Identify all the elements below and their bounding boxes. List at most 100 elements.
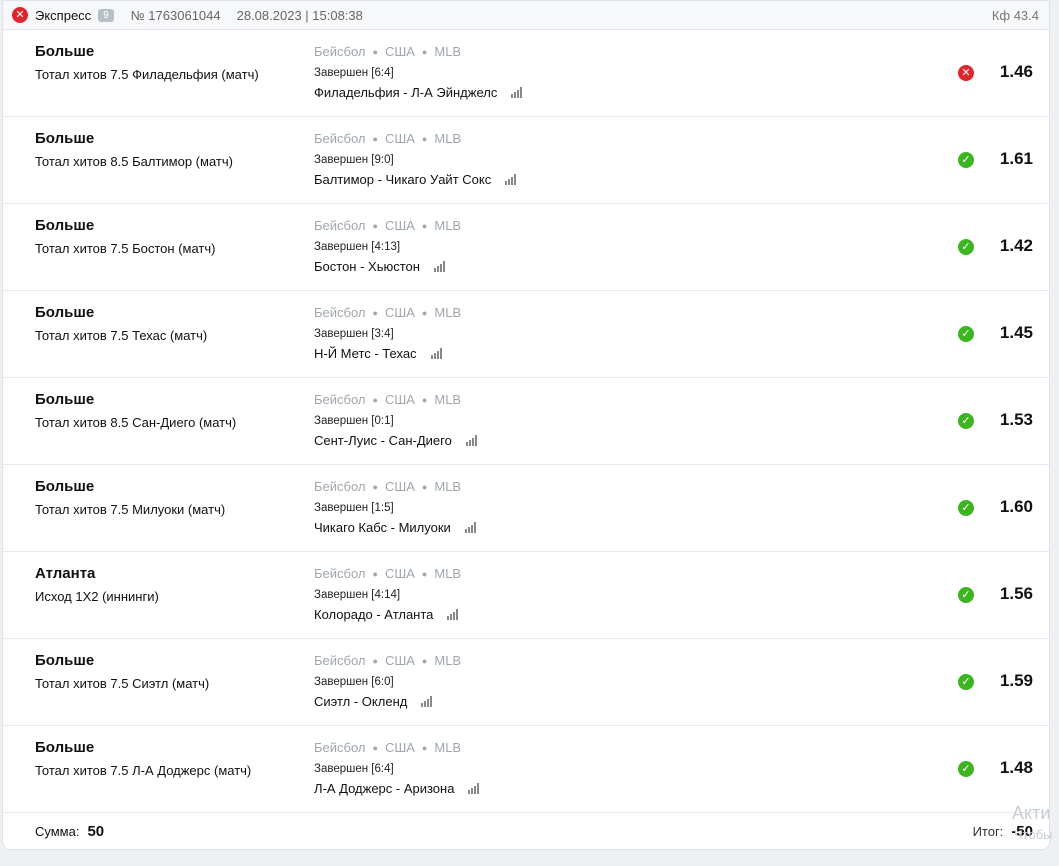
event-sport: Бейсбол xyxy=(314,740,366,755)
separator-dot: ● xyxy=(372,47,378,57)
stats-icon[interactable] xyxy=(465,435,477,446)
event-pick-block: Больше Тотал хитов 7.5 Л-А Доджерс (матч… xyxy=(35,739,251,778)
separator-dot: ● xyxy=(421,743,428,753)
event-sport: Бейсбол xyxy=(314,305,366,320)
event-row[interactable]: Больше Тотал хитов 8.5 Сан-Диего (матч) … xyxy=(3,378,1049,465)
loss-cross-icon: ✕ xyxy=(958,65,974,81)
event-pick-block: Больше Тотал хитов 7.5 Техас (матч) xyxy=(35,304,207,343)
stats-icon[interactable] xyxy=(505,174,517,185)
event-market: Тотал хитов 7.5 Филадельфия (матч) xyxy=(35,67,259,82)
event-teams-line: Филадельфия - Л-А Эйнджелс xyxy=(314,85,523,100)
event-country: США xyxy=(384,131,415,146)
event-row[interactable]: Больше Тотал хитов 7.5 Филадельфия (матч… xyxy=(3,30,1049,117)
event-league: MLB xyxy=(434,305,462,320)
event-row[interactable]: Больше Тотал хитов 8.5 Балтимор (матч) Б… xyxy=(3,117,1049,204)
event-sport: Бейсбол xyxy=(314,131,366,146)
event-market: Исход 1X2 (иннинги) xyxy=(35,589,159,604)
event-status: Завершен [6:4] xyxy=(314,67,394,79)
separator-dot: ● xyxy=(421,221,428,231)
win-check-icon: ✓ xyxy=(958,239,974,255)
event-pick-block: Больше Тотал хитов 7.5 Милуоки (матч) xyxy=(35,478,225,517)
event-info-block: Бейсбол ● США ● MLB Завершен [0:1] Сент-Луис… xyxy=(314,392,477,448)
win-check-icon: ✓ xyxy=(958,761,974,777)
event-pick: Больше xyxy=(35,391,95,408)
event-country: США xyxy=(384,566,415,581)
event-pick: Больше xyxy=(35,304,95,321)
total-coefficient: Кф 43.4 xyxy=(991,7,1039,23)
separator-dot: ● xyxy=(421,308,428,318)
stats-icon[interactable] xyxy=(421,696,433,707)
stats-icon[interactable] xyxy=(464,522,476,533)
event-country: США xyxy=(384,479,415,494)
event-teams: Балтимор - Чикаго Уайт Сокс xyxy=(314,172,492,187)
stake-label: Сумма: xyxy=(35,824,80,839)
separator-dot: ● xyxy=(372,482,378,492)
event-country: США xyxy=(384,653,415,668)
event-sport: Бейсбол xyxy=(314,479,366,494)
event-teams-line: Сент-Луис - Сан-Диего xyxy=(314,433,477,448)
event-row[interactable]: Больше Тотал хитов 7.5 Л-А Доджерс (матч… xyxy=(3,726,1049,813)
separator-dot: ● xyxy=(372,569,378,579)
event-league: MLB xyxy=(434,566,462,581)
event-status: Завершен [1:5] xyxy=(314,502,394,514)
win-check-icon: ✓ xyxy=(958,587,974,603)
event-row[interactable]: Больше Тотал хитов 7.5 Милуоки (матч) Бе… xyxy=(3,465,1049,552)
event-category: Бейсбол ● США ● MLB xyxy=(314,305,461,320)
event-info-block: Бейсбол ● США ● MLB Завершен [9:0] Балтимор … xyxy=(314,131,517,187)
loss-status-icon: ✕ xyxy=(12,7,28,23)
event-teams: Колорадо - Атланта xyxy=(314,607,434,622)
event-pick-block: Больше Тотал хитов 8.5 Сан-Диего (матч) xyxy=(35,391,236,430)
event-teams-line: Н-Й Метс - Техас xyxy=(314,346,461,361)
bet-type: Экспресс xyxy=(35,7,92,23)
separator-dot: ● xyxy=(372,743,378,753)
event-pick: Больше xyxy=(35,739,95,756)
event-sport: Бейсбол xyxy=(314,392,366,407)
event-pick: Больше xyxy=(35,652,95,669)
event-row[interactable]: Больше Тотал хитов 7.5 Бостон (матч) Бей… xyxy=(3,204,1049,291)
watermark-line-2: Чтобы xyxy=(1014,827,1053,842)
watermark-line-1: Акти xyxy=(1012,803,1051,823)
stats-icon[interactable] xyxy=(511,87,523,98)
win-check-icon: ✓ xyxy=(958,326,974,342)
bet-card: ✕ Экспресс 9 № 1763061044 28.08.2023 | 1… xyxy=(2,0,1050,850)
stats-icon[interactable] xyxy=(430,348,442,359)
stats-icon[interactable] xyxy=(468,783,480,794)
event-odds: 1.56 xyxy=(999,584,1033,603)
event-pick: Больше xyxy=(35,217,95,234)
event-row[interactable]: Больше Тотал хитов 7.5 Сиэтл (матч) Бейс… xyxy=(3,639,1049,726)
stake-value: 50 xyxy=(87,823,105,840)
event-info-block: Бейсбол ● США ● MLB Завершен [6:4] Филадельф… xyxy=(314,44,523,100)
event-pick-block: Больше Тотал хитов 7.5 Сиэтл (матч) xyxy=(35,652,209,691)
event-country: США xyxy=(384,740,415,755)
event-row[interactable]: Больше Тотал хитов 7.5 Техас (матч) Бейс… xyxy=(3,291,1049,378)
event-status: Завершен [6:4] xyxy=(314,763,394,775)
event-teams: Бостон - Хьюстон xyxy=(314,259,420,274)
event-status: Завершен [6:0] xyxy=(314,676,394,688)
event-league: MLB xyxy=(434,479,462,494)
event-country: США xyxy=(384,305,415,320)
event-row[interactable]: Атланта Исход 1X2 (иннинги) Бейсбол ● США ●… xyxy=(3,552,1049,639)
event-info-block: Бейсбол ● США ● MLB Завершен [4:14] Колорадо… xyxy=(314,566,461,622)
event-market: Тотал хитов 8.5 Сан-Диего (матч) xyxy=(35,415,237,430)
event-pick-block: Больше Тотал хитов 7.5 Филадельфия (матч… xyxy=(35,43,259,82)
event-teams-line: Балтимор - Чикаго Уайт Сокс xyxy=(314,172,517,187)
event-league: MLB xyxy=(434,44,462,59)
event-country: США xyxy=(384,218,415,233)
event-status: Завершен [9:0] xyxy=(314,154,394,166)
separator-dot: ● xyxy=(421,47,428,57)
event-info-block: Бейсбол ● США ● MLB Завершен [6:0] Сиэтл - О… xyxy=(314,653,461,709)
bet-header[interactable]: ✕ Экспресс 9 № 1763061044 28.08.2023 | 1… xyxy=(3,1,1049,30)
event-market: Тотал хитов 7.5 Милуоки (матч) xyxy=(35,502,226,517)
event-market: Тотал хитов 8.5 Балтимор (матч) xyxy=(35,154,233,169)
event-odds: 1.53 xyxy=(999,410,1033,429)
event-teams: Сент-Луис - Сан-Диего xyxy=(314,433,452,448)
event-teams: Л-А Доджерс - Аризона xyxy=(314,781,455,796)
stats-icon[interactable] xyxy=(447,609,459,620)
event-sport: Бейсбол xyxy=(314,218,366,233)
result-label: Итог: xyxy=(972,824,1004,839)
event-league: MLB xyxy=(434,218,462,233)
event-teams-line: Л-А Доджерс - Аризона xyxy=(314,781,480,796)
event-market: Тотал хитов 7.5 Техас (матч) xyxy=(35,328,208,343)
stats-icon[interactable] xyxy=(433,261,445,272)
event-market: Тотал хитов 7.5 Бостон (матч) xyxy=(35,241,216,256)
